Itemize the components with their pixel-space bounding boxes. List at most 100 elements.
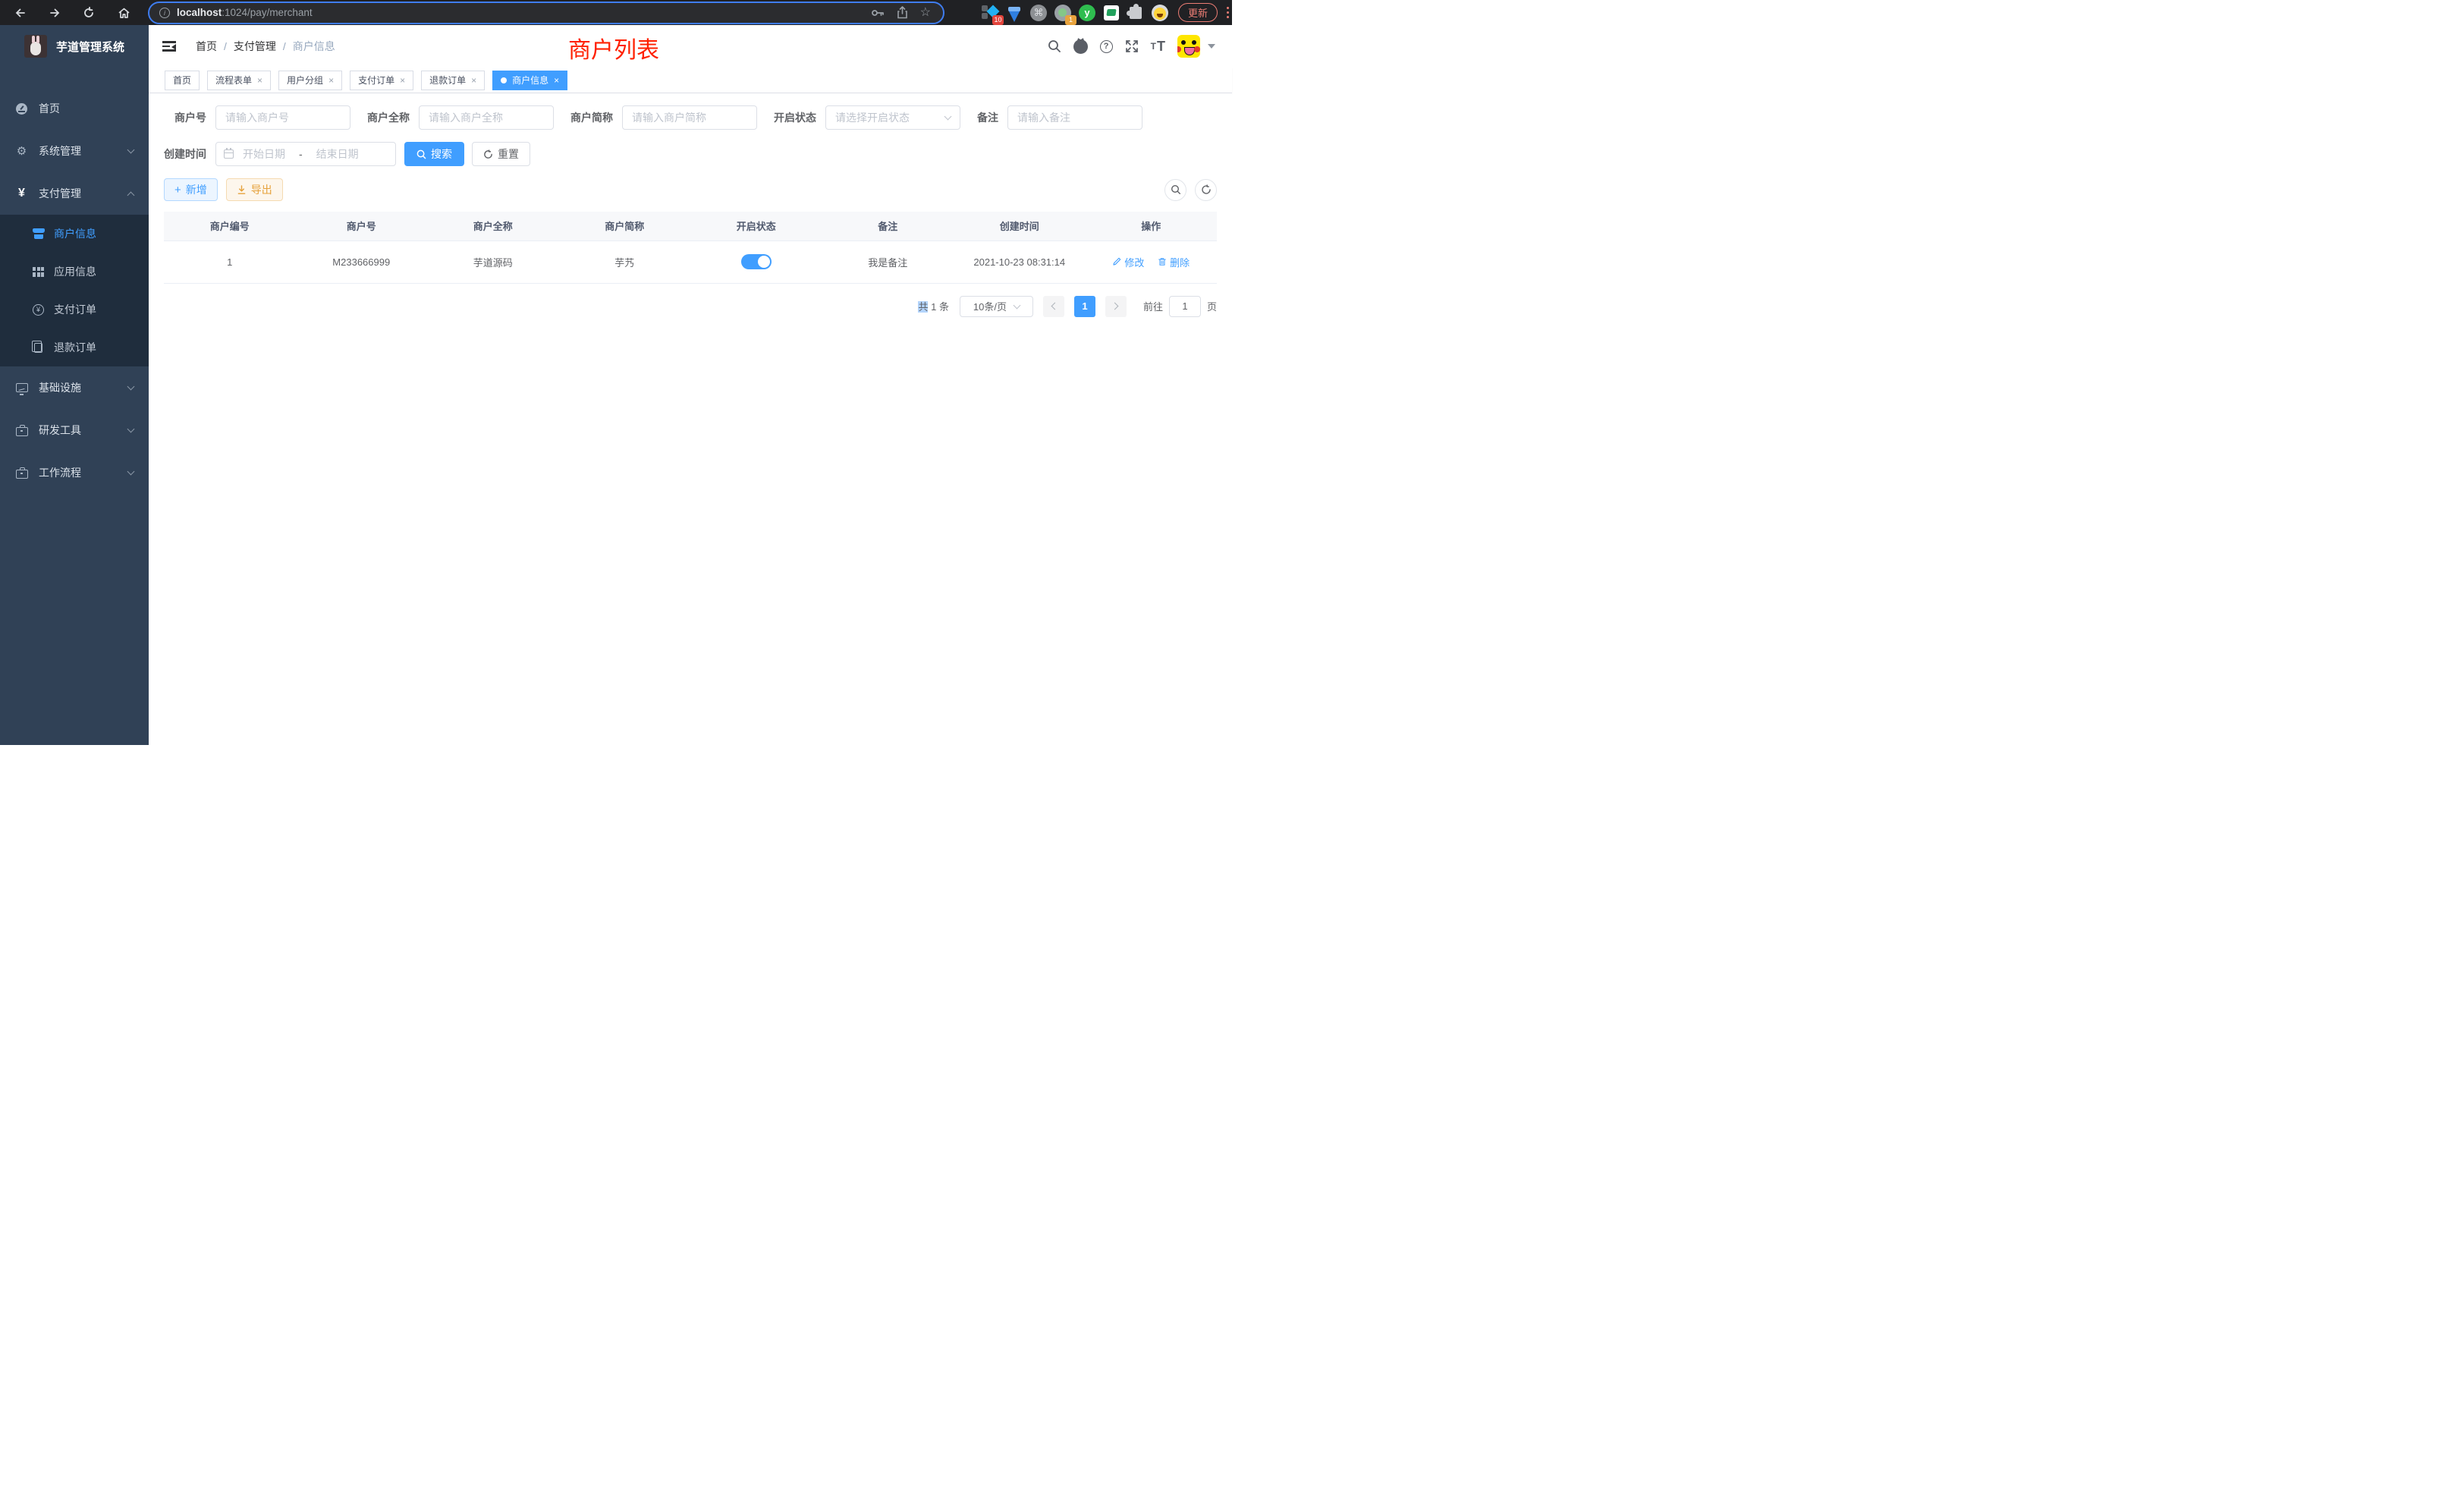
extension-camera-icon[interactable]: 1 [1054, 4, 1072, 22]
tab-refund-order[interactable]: 退款订单× [421, 71, 485, 90]
sidebar-item-app-info[interactable]: 应用信息 [0, 253, 149, 291]
refresh-icon [1201, 184, 1212, 195]
goto-page-input[interactable]: 1 [1169, 296, 1201, 317]
search-icon [416, 149, 426, 159]
remark-input[interactable]: 请输入备注 [1007, 105, 1142, 130]
page-size-select[interactable]: 10条/页 [960, 296, 1033, 317]
sidebar-item-pay[interactable]: ¥ 支付管理 [0, 172, 149, 215]
tab-home[interactable]: 首页 [165, 71, 200, 90]
status-select[interactable]: 请选择开启状态 [825, 105, 960, 130]
browser-toolbar: i localhost:1024/pay/merchant ☆ 10 ⌘ 1 y… [0, 0, 1232, 25]
home-icon [118, 7, 130, 19]
share-icon[interactable] [897, 6, 908, 19]
browser-forward-button[interactable] [44, 2, 65, 24]
avatar-caret-icon[interactable] [1208, 44, 1215, 49]
active-tab-dot [501, 77, 507, 83]
extension-gem-icon[interactable] [1005, 4, 1023, 22]
table-row: 1 M233666999 芋道源码 芋艿 我是备注 2021-10-23 08:… [164, 240, 1217, 283]
dashboard-icon [15, 102, 28, 115]
extensions-puzzle-icon[interactable] [1127, 4, 1145, 22]
sidebar-item-pay-order[interactable]: ¥ 支付订单 [0, 291, 149, 328]
fullscreen-icon[interactable] [1125, 39, 1139, 53]
github-icon[interactable] [1073, 39, 1088, 54]
col-merchant-no: 商户号 [296, 212, 428, 240]
extension-badge: 1 [1065, 15, 1076, 25]
tab-user-group[interactable]: 用户分组× [278, 71, 342, 90]
reset-button[interactable]: 重置 [472, 142, 530, 166]
merchant-no-input[interactable]: 请输入商户号 [215, 105, 350, 130]
site-info-icon[interactable]: i [159, 8, 170, 18]
annotation-merchant-list: 商户列表 [568, 31, 659, 64]
bookmark-star-icon[interactable]: ☆ [920, 7, 931, 19]
prev-page-button[interactable] [1043, 296, 1064, 317]
extension-chat-icon[interactable] [1102, 4, 1120, 22]
address-bar[interactable]: i localhost:1024/pay/merchant ☆ [149, 3, 943, 23]
chevron-down-icon [1014, 301, 1021, 309]
password-key-icon[interactable] [871, 8, 885, 18]
browser-menu-icon[interactable] [1224, 7, 1232, 19]
full-name-input[interactable]: 请输入商户全称 [419, 105, 554, 130]
browser-back-button[interactable] [10, 2, 31, 24]
gear-icon: ⚙ [15, 145, 28, 158]
browser-reload-button[interactable] [78, 2, 99, 24]
export-button[interactable]: 导出 [226, 178, 283, 201]
grid-icon [32, 266, 45, 278]
close-tab-icon[interactable]: × [471, 75, 476, 86]
browser-home-button[interactable] [113, 2, 134, 24]
tab-process-form[interactable]: 流程表单× [207, 71, 271, 90]
browser-update-button[interactable]: 更新 [1178, 3, 1218, 22]
cell-full-name: 芋道源码 [427, 240, 559, 283]
url-text: localhost:1024/pay/merchant [177, 7, 313, 18]
font-size-icon[interactable]: TT [1151, 39, 1165, 55]
browser-profile-avatar[interactable] [1151, 4, 1169, 22]
sidebar-collapse-icon[interactable] [162, 41, 176, 52]
refresh-icon [483, 149, 493, 159]
add-button[interactable]: +新增 [164, 178, 218, 201]
sidebar-item-home[interactable]: 首页 [0, 87, 149, 130]
extension-command-icon[interactable]: ⌘ [1029, 4, 1048, 22]
cell-merchant-id: 1 [164, 240, 296, 283]
sidebar-item-refund-order[interactable]: 退款订单 [0, 328, 149, 366]
chevron-right-icon [1111, 303, 1119, 310]
close-tab-icon[interactable]: × [257, 75, 262, 86]
breadcrumb-pay[interactable]: 支付管理 [234, 39, 276, 54]
close-tab-icon[interactable]: × [554, 75, 559, 86]
page-number-1[interactable]: 1 [1074, 296, 1095, 317]
delete-link[interactable]: 删除 [1158, 255, 1190, 269]
arrow-right-icon [49, 7, 61, 19]
short-name-input[interactable]: 请输入商户简称 [622, 105, 757, 130]
close-tab-icon[interactable]: × [328, 75, 334, 86]
sidebar-submenu-pay: 商户信息 应用信息 ¥ 支付订单 退款订单 [0, 215, 149, 366]
sidebar-item-system[interactable]: ⚙ 系统管理 [0, 130, 149, 172]
next-page-button[interactable] [1105, 296, 1127, 317]
app-logo [24, 35, 47, 58]
table-header-row: 商户编号 商户号 商户全称 商户简称 开启状态 备注 创建时间 操作 [164, 212, 1217, 240]
user-avatar[interactable] [1177, 35, 1200, 58]
search-icon [1171, 184, 1181, 195]
extension-blue-diamond-icon[interactable]: 10 [981, 4, 999, 22]
breadcrumb-home[interactable]: 首页 [196, 39, 217, 54]
refresh-table-button[interactable] [1195, 179, 1217, 201]
calendar-icon [224, 149, 234, 159]
search-button[interactable]: 搜索 [404, 142, 464, 166]
edit-link[interactable]: 修改 [1112, 255, 1144, 269]
sidebar-item-workflow[interactable]: 工作流程 [0, 451, 149, 494]
col-actions: 操作 [1086, 212, 1218, 240]
cell-merchant-no: M233666999 [296, 240, 428, 283]
extension-y-icon[interactable]: y [1078, 4, 1096, 22]
status-toggle[interactable] [741, 254, 772, 269]
col-merchant-id: 商户编号 [164, 212, 296, 240]
create-time-label: 创建时间 [164, 146, 206, 162]
sidebar-item-infrastructure[interactable]: 基础设施 [0, 366, 149, 409]
chevron-down-icon [127, 146, 135, 154]
toggle-search-button[interactable] [1164, 179, 1186, 201]
sidebar-item-dev-tools[interactable]: 研发工具 [0, 409, 149, 451]
help-icon[interactable]: ? [1100, 40, 1113, 53]
close-tab-icon[interactable]: × [400, 75, 405, 86]
sidebar-item-merchant-info[interactable]: 商户信息 [0, 215, 149, 253]
header-search-icon[interactable] [1048, 39, 1061, 53]
shop-icon [32, 228, 45, 240]
create-time-range-input[interactable]: 开始日期 - 结束日期 [215, 142, 396, 166]
tab-pay-order[interactable]: 支付订单× [350, 71, 413, 90]
tab-merchant-info[interactable]: 商户信息× [492, 71, 567, 90]
